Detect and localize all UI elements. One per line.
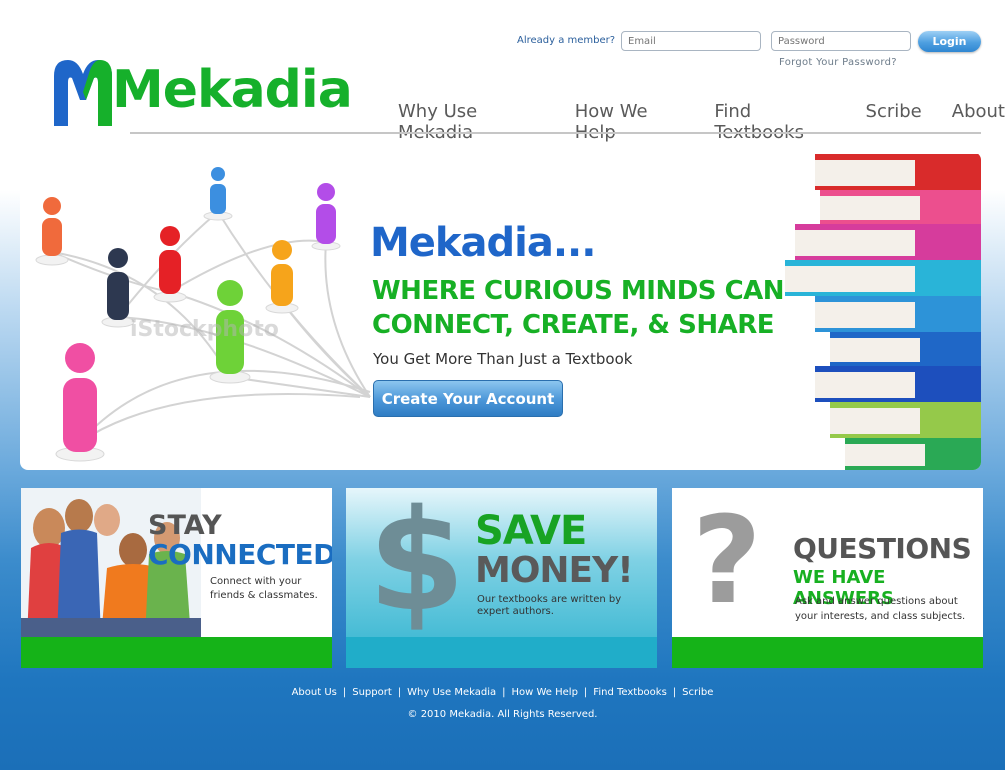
hero-tagline-2: CONNECT, CREATE, & SHARE [372, 310, 775, 340]
card-title-stay: STAY [148, 510, 222, 541]
footer-separator: | [502, 687, 506, 698]
forgot-password-link[interactable]: Forgot Your Password? [779, 57, 897, 68]
footer-links: About Us | Support | Why Use Mekadia | How We … [0, 687, 1005, 698]
hero-subtitle: You Get More Than Just a Textbook [373, 350, 633, 368]
hero-watermark: iStockphoto [130, 317, 279, 342]
network-people-illustration [35, 167, 371, 462]
question-mark-icon: ? [692, 492, 762, 631]
hero-title: Mekadia... [370, 220, 596, 266]
copyright-text: © 2010 Mekadia. All Rights Reserved. [407, 709, 598, 720]
footer-link-how-we-help[interactable]: How We Help [511, 687, 577, 698]
site-logo[interactable]: Mekadia [50, 52, 353, 132]
card-save-money[interactable]: $ SAVE MONEY! Our textbooks are written … [346, 488, 657, 668]
footer-link-why-use-mekadia[interactable]: Why Use Mekadia [407, 687, 496, 698]
card-title-connected: CONNECTED [148, 538, 332, 571]
footer-link-support[interactable]: Support [352, 687, 392, 698]
member-prompt: Already a member? [517, 35, 616, 46]
footer-link-find-textbooks[interactable]: Find Textbooks [593, 687, 666, 698]
create-account-button[interactable]: Create Your Account [373, 380, 563, 417]
footer-separator: | [397, 687, 402, 698]
nav-find-textbooks[interactable]: Find Textbooks [714, 101, 835, 143]
hero-banner: iStockphoto Mekadia... WHERE CURIOUS MIN… [20, 152, 981, 470]
footer-separator: | [583, 687, 588, 698]
card-title-save: SAVE [475, 508, 587, 554]
card-questions[interactable]: ? QUESTIONS WE HAVE ANSWERS Ask and answ… [672, 488, 983, 668]
logo-m-icon [54, 60, 112, 126]
card-footer-bar [672, 637, 983, 668]
nav-divider [130, 132, 981, 134]
card-footer-bar [346, 637, 657, 668]
card-description: Connect with your friends & classmates. [210, 576, 318, 601]
logo-text: Mekadia [112, 60, 353, 120]
hero-tagline-1: WHERE CURIOUS MINDS CAN [372, 276, 785, 306]
login-button[interactable]: Login [918, 31, 981, 52]
email-input[interactable] [621, 31, 761, 51]
card-description: Ask and answer questions about your inte… [795, 596, 966, 622]
card-description: Our textbooks are written by expert auth… [477, 594, 622, 617]
nav-why-use-mekadia[interactable]: Why Use Mekadia [398, 101, 545, 143]
footer-separator: | [342, 687, 347, 698]
card-stay-connected[interactable]: STAY CONNECTED Connect with your friends… [21, 488, 332, 668]
nav-about[interactable]: About [952, 101, 1005, 143]
footer-separator: | [672, 687, 677, 698]
dollar-icon: $ [368, 488, 466, 643]
footer-link-scribe[interactable]: Scribe [682, 687, 713, 698]
card-title-questions: QUESTIONS [793, 532, 972, 565]
nav-scribe[interactable]: Scribe [866, 101, 922, 143]
footer-link-about-us[interactable]: About Us [292, 687, 337, 698]
nav-how-we-help[interactable]: How We Help [575, 101, 685, 143]
password-input[interactable] [771, 31, 911, 51]
card-footer-bar [21, 637, 332, 668]
card-title-money: MONEY! [475, 550, 634, 591]
book-stack-illustration [785, 154, 981, 470]
main-nav: Why Use Mekadia How We Help Find Textboo… [398, 101, 1005, 143]
